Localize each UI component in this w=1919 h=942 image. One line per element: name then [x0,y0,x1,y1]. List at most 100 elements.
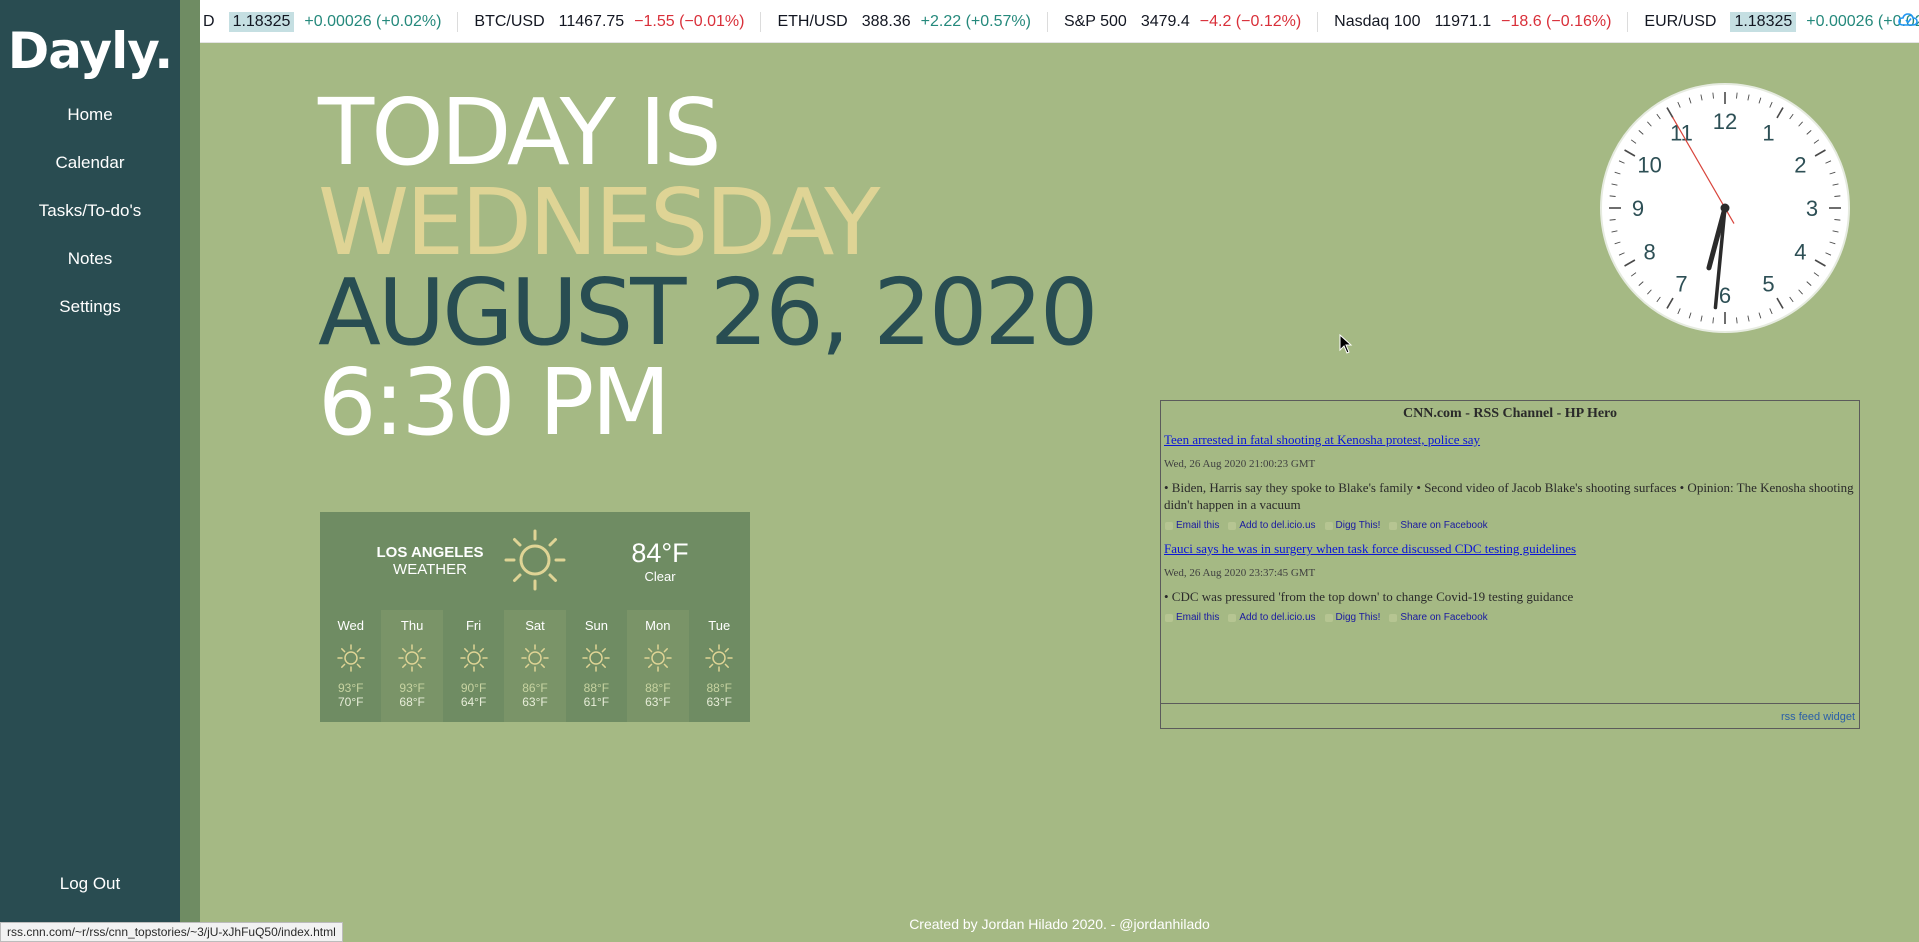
clock-number: 10 [1637,153,1661,178]
headline-weekday: WEDNESDAY [318,169,881,276]
forecast-day: Fri 90°F 64°F [443,610,504,722]
clock-center-pin [1720,203,1730,213]
rss-share-link[interactable]: Digg This! [1324,612,1380,623]
forecast-day-name: Wed [337,618,364,633]
ticker-price: 1.18325 [228,11,295,32]
rss-feed-widget: CNN.com - RSS Channel - HP Hero Teen arr… [1160,400,1860,729]
rss-share-link[interactable]: Add to del.icio.us [1227,612,1316,623]
rss-share-link[interactable]: Share on Facebook [1388,612,1488,623]
forecast-day: Thu 93°F 68°F [381,610,443,722]
app-logo[interactable]: Dayly. [0,22,180,80]
sidebar-nav: Home Calendar Tasks/To-do's Notes Settin… [0,100,180,340]
forecast-high: 88°F [706,681,732,695]
ticker-change: +2.22 (+0.57%) [920,12,1031,30]
rss-item: Teen arrested in fatal shooting at Kenos… [1164,431,1856,531]
ticker-change: +0.00026 (+0.02%) [304,12,442,30]
weather-subtitle: WEATHER [393,561,467,578]
sun-icon [503,528,567,592]
rss-items: Teen arrested in fatal shooting at Kenos… [1161,431,1859,623]
ticker-symbol: Nasdaq 100 [1334,12,1421,30]
ticker-item[interactable]: ETH/USD 388.36 +2.22 (+0.57%) [761,11,1048,32]
rss-headline-link[interactable]: Teen arrested in fatal shooting at Kenos… [1164,432,1480,447]
clock-number: 3 [1806,196,1818,221]
forecast-day: Tue 88°F 63°F [689,610,750,722]
forecast-high: 93°F [399,681,425,695]
forecast-day-name: Tue [708,618,731,633]
clock-tick [1834,219,1841,221]
forecast-high: 93°F [337,681,364,695]
ticker-price: 11467.75 [558,12,625,30]
sidebar-item-notes[interactable]: Notes [0,244,180,292]
footer-credit: Created by Jordan Hilado 2020. - @jordan… [909,916,1210,932]
ticker-tape[interactable]: D 1.18325 +0.00026 (+0.02%) BTC/USD 11467.75… [200,0,1919,43]
rss-item-description: • Biden, Harris say they spoke to Blake'… [1164,480,1854,512]
rss-footer: rss feed widget [1161,703,1859,728]
clock-tick [1609,195,1616,197]
forecast-high: 90°F [460,681,487,695]
clock-tick [1736,317,1738,324]
clock-number: 2 [1794,153,1806,178]
rss-share-links: Email this Add to del.icio.us Digg This! Sh… [1164,520,1856,531]
forecast-day-name: Thu [400,618,424,633]
clock-number: 7 [1675,271,1687,296]
ticker-change: −4.2 (−0.12%) [1199,12,1302,30]
sun-icon [521,644,549,672]
sun-icon [459,644,488,672]
ticker-symbol: EUR/USD [1644,12,1717,30]
sidebar-edge [180,0,200,942]
ticker-item[interactable]: D 1.18325 +0.00026 (+0.02%) [200,11,459,32]
mouse-cursor-icon [1339,334,1353,354]
weather-location: LOS ANGELES WEATHER [360,544,500,578]
clock-tick [1712,92,1714,99]
logout-link[interactable]: Log Out [0,874,180,894]
clock-tick [1609,219,1616,221]
clock-number: 4 [1794,240,1806,265]
ticker-price: 388.36 [861,12,911,30]
rss-share-link[interactable]: Add to del.icio.us [1227,520,1316,531]
sun-icon [644,644,672,672]
rss-item: Fauci says he was in surgery when task f… [1164,540,1856,623]
ticker-symbol: D [203,12,215,30]
sun-icon [705,644,733,672]
clock-tick [1834,195,1841,197]
rss-share-link[interactable]: Email this [1164,520,1219,531]
forecast-day: Wed 93°F 70°F [320,610,381,722]
browser-status-url: rss.cnn.com/~r/rss/cnn_topstories/~3/jU-… [0,922,343,942]
rss-share-link[interactable]: Email this [1164,612,1219,623]
sun-icon [336,644,365,672]
ticker-item[interactable]: S&P 500 3479.4 −4.2 (−0.12%) [1048,11,1319,32]
sidebar-item-home[interactable]: Home [0,100,180,148]
rss-share-link[interactable]: Digg This! [1324,520,1380,531]
clock-number: 12 [1713,109,1737,134]
forecast-low: 63°F [706,695,732,709]
forecast-day-name: Mon [645,618,671,633]
forecast-low: 63°F [522,695,548,709]
sidebar-item-settings[interactable]: Settings [0,292,180,340]
ticker-price: 1.18325 [1730,11,1797,32]
rss-share-link[interactable]: Share on Facebook [1388,520,1488,531]
clock-number: 6 [1719,283,1731,308]
sidebar: Dayly. Home Calendar Tasks/To-do's Notes… [0,0,180,942]
forecast-day: Sat 86°F 63°F [504,610,566,722]
ticker-item[interactable]: Nasdaq 100 11971.1 −18.6 (−0.16%) [1318,11,1629,32]
forecast-low: 68°F [399,695,425,709]
forecast-day-name: Sat [525,618,545,633]
ticker-price: 11971.1 [1434,12,1492,30]
rss-share-links: Email this Add to del.icio.us Digg This! Sh… [1164,612,1856,623]
tradingview-cloud-icon[interactable] [1897,12,1919,32]
weather-widget[interactable]: LOS ANGELES WEATHER 84°F Clear Wed 93°F 70… [320,512,750,722]
rss-headline-link[interactable]: Fauci says he was in surgery when task f… [1164,541,1576,556]
sidebar-item-calendar[interactable]: Calendar [0,148,180,196]
rss-feed-widget-link[interactable]: rss feed widget [1781,711,1855,723]
forecast-low: 70°F [337,695,364,709]
ticker-symbol: S&P 500 [1063,12,1127,30]
headline-time: 6:30 PM [318,349,671,456]
forecast-high: 86°F [522,681,548,695]
ticker-item[interactable]: EUR/USD1.18325+0.00026 (+0.02%) [1628,11,1919,32]
weather-forecast: Wed 93°F 70°F Thu 93°F 68°F Fri 90°F 64°F Sat 86°F… [320,610,750,722]
rss-channel-title: CNN.com - RSS Channel - HP Hero [1402,406,1618,421]
sidebar-item-tasks[interactable]: Tasks/To-do's [0,196,180,244]
ticker-symbol: BTC/USD [474,12,545,30]
ticker-item[interactable]: BTC/USD 11467.75 −1.55 (−0.01%) [458,11,762,32]
forecast-high: 88°F [583,681,610,695]
